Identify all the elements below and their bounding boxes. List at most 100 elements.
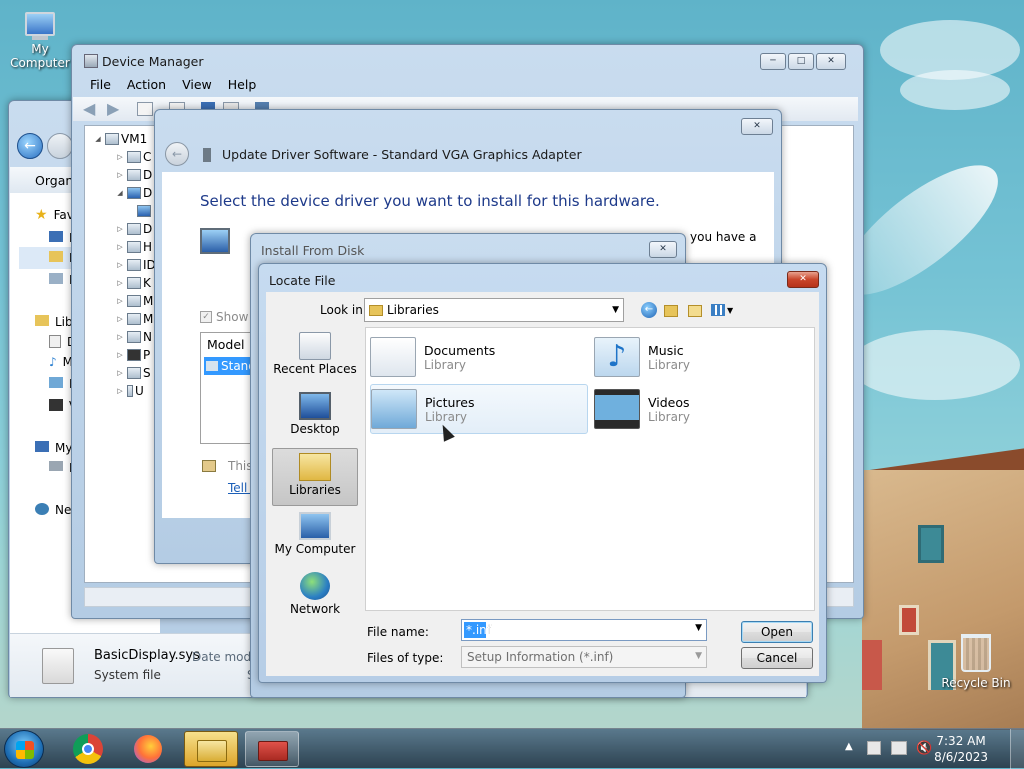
desktop-icon-my-computer[interactable]: My Computer <box>0 12 80 70</box>
display-adapter-icon <box>206 361 218 371</box>
tree-item[interactable]: ▷ D <box>115 220 152 238</box>
driver-icon <box>203 148 211 162</box>
look-in-dropdown[interactable]: Libraries ▼ <box>364 298 624 322</box>
tree-item[interactable]: ▷ P <box>115 346 150 364</box>
documents-icon <box>370 337 416 377</box>
show-compatible-checkbox[interactable]: ✓ Show <box>200 310 248 324</box>
close-button[interactable]: ✕ <box>741 118 773 135</box>
tree-item[interactable]: ▷ M <box>115 292 153 310</box>
show-hidden-icons-icon[interactable]: ▲ <box>845 741 853 752</box>
chevron-down-icon[interactable]: ▼ <box>695 623 702 633</box>
place-desktop[interactable]: Desktop <box>272 388 358 446</box>
menu-bar: File Action View Help <box>82 75 264 94</box>
library-item-music[interactable]: ♪ Music Library <box>594 332 812 382</box>
network-adapter-icon <box>127 331 141 343</box>
library-item-videos[interactable]: Videos Library <box>594 384 812 434</box>
file-name-combo[interactable]: *.inf ▼ <box>461 619 707 641</box>
tree-item[interactable]: ◢ D <box>115 184 152 202</box>
network-tray-icon[interactable] <box>891 741 907 755</box>
hardware-icon <box>200 228 230 254</box>
menu-file[interactable]: File <box>82 75 119 94</box>
view-menu-button[interactable]: ▼ <box>711 301 737 319</box>
close-button[interactable]: ✕ <box>816 53 846 70</box>
tree-item[interactable]: ▷ N <box>115 328 152 346</box>
menu-help[interactable]: Help <box>220 75 265 94</box>
tree-item[interactable]: ▷ ID <box>115 256 155 274</box>
files-of-type-dropdown[interactable]: Setup Information (*.inf) ▼ <box>461 646 707 668</box>
menu-action[interactable]: Action <box>119 75 174 94</box>
place-libraries[interactable]: Libraries <box>272 448 358 506</box>
nav-item[interactable]: Lib <box>55 315 73 329</box>
device-category-icon <box>127 241 141 253</box>
window-title: Device Manager <box>102 54 204 69</box>
taskbar-device-manager[interactable] <box>245 731 299 767</box>
tree-item[interactable]: ▷ H <box>115 238 152 256</box>
open-button[interactable]: Open <box>741 621 813 643</box>
tree-item[interactable]: ▷ D <box>115 166 152 184</box>
display-adapter-icon <box>127 187 141 199</box>
start-button[interactable] <box>4 730 44 768</box>
computer-icon <box>299 512 331 540</box>
files-of-type-label: Files of type: <box>367 651 444 665</box>
desktop-icon-label: My Computer <box>10 42 70 70</box>
place-my-computer[interactable]: My Computer <box>272 508 358 566</box>
clock-date: 8/6/2023 <box>934 750 988 764</box>
clock[interactable]: 7:32 AM 8/6/2023 <box>934 733 988 765</box>
show-desktop-button[interactable] <box>1010 729 1024 769</box>
display-adapter-icon <box>137 205 151 217</box>
back-arrow-icon[interactable]: ◀ <box>83 99 95 118</box>
desktop-icon-recycle-bin[interactable]: Recycle Bin <box>936 634 1016 690</box>
close-icon: ✕ <box>659 244 667 254</box>
computer-icon <box>105 133 119 145</box>
close-icon: ✕ <box>827 56 835 66</box>
dialog-body: Look in: Libraries ▼ ← ▼ Recent Places D… <box>266 292 819 676</box>
device-category-icon <box>127 151 141 163</box>
forward-arrow-icon[interactable]: ▶ <box>107 99 119 118</box>
file-name-label: File name: <box>367 625 429 639</box>
tree-item[interactable]: ▷ C <box>115 148 151 166</box>
cancel-button[interactable]: Cancel <box>741 647 813 669</box>
tree-item[interactable]: ▷ M <box>115 310 153 328</box>
place-network[interactable]: Network <box>272 568 358 626</box>
wizard-back-button[interactable]: ← <box>165 142 189 166</box>
library-item-pictures[interactable]: Pictures Library <box>370 384 588 434</box>
nav-item[interactable]: Ne <box>55 503 71 517</box>
tree-label: VM1 <box>121 132 148 146</box>
forward-button[interactable] <box>47 133 73 159</box>
nav-back-button[interactable]: ← <box>641 302 657 318</box>
toolbox-icon <box>258 741 288 761</box>
nav-item[interactable]: My <box>55 441 72 455</box>
close-icon: ✕ <box>799 274 807 284</box>
tree-item[interactable]: ▷ S <box>115 364 150 382</box>
new-folder-button[interactable] <box>688 302 704 318</box>
tree-item[interactable]: ▷ K <box>115 274 151 292</box>
file-name-input[interactable] <box>464 622 684 638</box>
back-arrow-icon: ← <box>171 147 183 161</box>
tree-root[interactable]: ◢ VM1 <box>93 130 147 148</box>
view-grid-icon <box>711 304 725 316</box>
library-folder-icon <box>369 304 383 316</box>
maximize-button[interactable]: □ <box>788 53 814 70</box>
chevron-down-icon: ▼ <box>695 651 702 661</box>
up-folder-button[interactable] <box>664 302 680 318</box>
tree-item[interactable]: ▷ U <box>115 382 144 400</box>
volume-muted-icon[interactable]: 🔇 <box>916 741 932 756</box>
device-manager-app-icon <box>84 54 98 68</box>
selection-highlight: *.inf <box>464 622 491 638</box>
properties-icon[interactable] <box>137 102 153 116</box>
library-item-documents[interactable]: Documents Library <box>370 332 588 382</box>
menu-view[interactable]: View <box>174 75 220 94</box>
taskbar-explorer[interactable] <box>184 731 238 767</box>
close-button[interactable]: ✕ <box>787 271 819 288</box>
taskbar-chrome[interactable] <box>62 731 116 767</box>
back-button[interactable]: ← <box>17 133 43 159</box>
firefox-icon <box>134 735 162 763</box>
tree-item[interactable] <box>135 202 153 220</box>
taskbar-firefox[interactable] <box>122 731 176 767</box>
close-button[interactable]: ✕ <box>649 241 677 258</box>
network-icon <box>300 572 330 600</box>
libraries-icon <box>299 453 331 481</box>
place-recent-places[interactable]: Recent Places <box>272 328 358 386</box>
minimize-button[interactable]: ─ <box>760 53 786 70</box>
action-center-icon[interactable] <box>867 741 881 755</box>
